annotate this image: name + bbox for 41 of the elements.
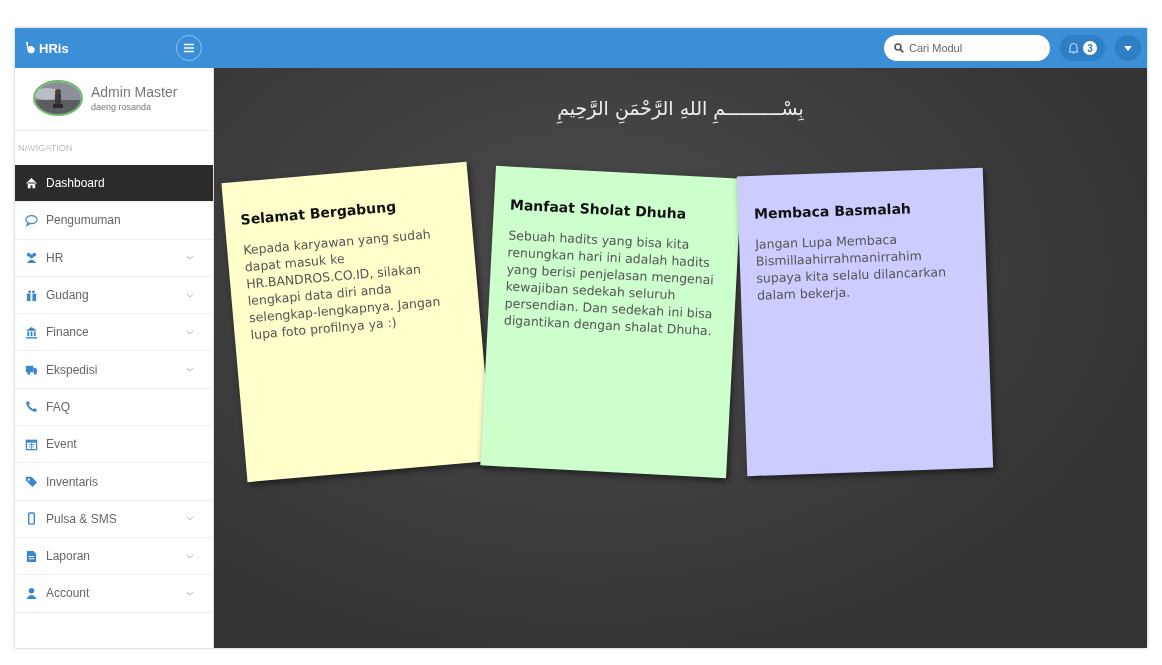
logo-icon xyxy=(25,41,37,55)
note-text: Kepada karyawan yang sudah dapat masuk ke HR.BANDROS.CO.ID, silakan lengkapi data diri anda selengkap-lengkapnya. Jangan lupa foto profilnya ya :) xyxy=(242,225,442,344)
sidebar-item[interactable]: Laporan xyxy=(15,537,213,576)
notification-count: 3 xyxy=(1083,41,1097,55)
sidebar-item[interactable]: HR xyxy=(15,239,213,277)
bismillah-heading: بِسْــــــــــمِ اللهِ الرَّحْمَنِ الرَّحِيمِ xyxy=(553,90,808,127)
user-name: Admin Master xyxy=(91,84,178,100)
dropdown-button[interactable] xyxy=(1115,35,1141,61)
notifications-button[interactable]: 3 xyxy=(1060,35,1105,61)
note-title: Membaca Basmalah xyxy=(753,199,912,223)
calendar-icon xyxy=(25,437,38,451)
home-icon xyxy=(25,176,38,190)
sidebar-item[interactable]: Inventaris xyxy=(15,463,213,501)
sidebar-item[interactable]: Account xyxy=(15,575,213,613)
sidebar-item[interactable]: Finance xyxy=(15,314,213,352)
bell-icon xyxy=(1068,42,1079,54)
note-title: Manfaat Sholat Dhuha xyxy=(509,196,688,225)
note-text: Jangan Lupa Membaca Bismillaahirrahmanirrahim supaya kita selalu dilancarkan dalam bekerja. xyxy=(754,231,947,305)
user-subtitle: daeng rosanda xyxy=(91,102,153,112)
sidebar-item[interactable]: Event xyxy=(15,426,213,464)
mobile-icon xyxy=(25,512,38,526)
sidebar-item[interactable]: Gudang xyxy=(15,276,213,315)
sidebar-item[interactable]: Dashboard xyxy=(15,165,213,203)
file-icon xyxy=(25,549,38,563)
note-text: Sebuah hadits yang bisa kita renungkan hari ini adalah hadits yang berisi penjelasan mengenai kewajiban sedekah seluruh persendian. Dan sedekah ini bisa digantikan dengan shalat Dhuha. xyxy=(503,226,715,340)
search-field[interactable]: Cari Modul xyxy=(884,35,1050,61)
tags-icon xyxy=(25,475,38,488)
sidebar-item[interactable]: Pulsa & SMS xyxy=(15,500,213,538)
user-icon xyxy=(25,586,38,600)
section-label: NAVIGATION xyxy=(17,142,74,155)
menu-icon xyxy=(183,43,195,53)
sidebar-item[interactable]: FAQ xyxy=(15,388,213,427)
bank-icon xyxy=(25,325,38,339)
sidebar-item[interactable]: Pengumuman xyxy=(15,202,213,240)
sidebar-item[interactable]: Ekspedisi xyxy=(15,351,213,389)
truck-icon xyxy=(25,363,38,377)
caret-icon xyxy=(1124,45,1132,51)
chat-icon xyxy=(25,213,38,227)
logo-text: HRis xyxy=(39,40,69,56)
phone-icon xyxy=(25,400,38,414)
note-title: Selamat Bergabung xyxy=(239,197,398,228)
